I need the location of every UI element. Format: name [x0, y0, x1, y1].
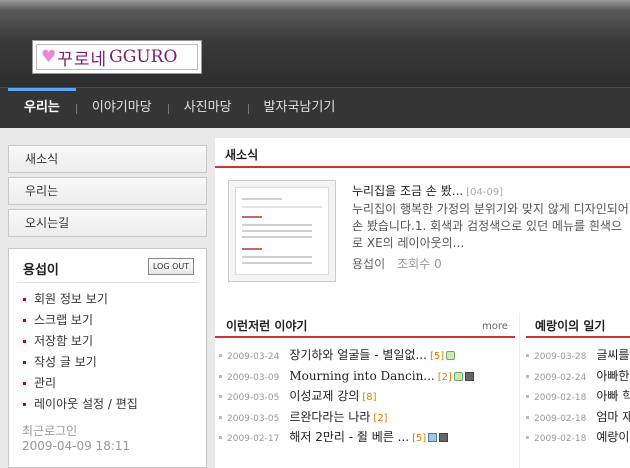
list-item[interactable]: 2009-03-24 장기하와 얼굴들 - 별일없... [5] [219, 346, 474, 367]
post-date: 2009-03-05 [227, 413, 280, 424]
logout-button[interactable]: LOG OUT [148, 258, 194, 275]
section-rule [215, 166, 630, 168]
post-title[interactable]: 장기하와 얼굴들 - 별일없... [289, 348, 427, 362]
attachment-icon [464, 371, 474, 381]
post-title[interactable]: 엄마 재 [596, 410, 630, 424]
news-thumbnail[interactable] [228, 180, 336, 282]
post-title[interactable]: Mourning into Dancin... [289, 369, 434, 383]
member-menu-item[interactable]: 회원 정보 보기 [21, 291, 138, 312]
member-menu-item[interactable]: 스크랩 보기 [21, 312, 138, 333]
post-date: 2009-03-28 [534, 352, 587, 362]
comment-count: [2] [373, 412, 388, 424]
heart-icon: ♥ [41, 46, 57, 67]
post-title[interactable]: 아빠한테 [596, 369, 630, 383]
board1-more-link[interactable]: more [482, 321, 508, 332]
nav-item-photos[interactable]: 사진마당 [167, 88, 248, 128]
post-title[interactable]: 해저 2만리 - 쥘 베른 ... [289, 430, 409, 444]
divider [17, 282, 198, 283]
board2-post-list: 2009-03-28 글씨를 2009-02-24 아빠한테 2009-02-18 아… [526, 346, 630, 449]
post-date: 2009-02-17 [227, 434, 280, 444]
nav-item-about[interactable]: 우리는 [0, 88, 76, 128]
logo-english-text: GGURO [109, 47, 178, 67]
news-section-title: 새소식 [225, 148, 259, 162]
column-divider [519, 313, 520, 468]
login-username: 용섭이 [23, 263, 59, 278]
site-header: ♥ 꾸로네 GGURO 우리는 이야기마당 사진마당 발자국남기기 [0, 0, 630, 128]
post-date: 2009-02-18 [534, 413, 587, 424]
views-label: 조회수 [397, 257, 431, 271]
news-post-date: [04-09] [466, 187, 504, 198]
sidebar-item-about[interactable]: 우리는 [8, 177, 207, 205]
comment-count: [5] [429, 351, 445, 362]
list-item[interactable]: 2009-02-24 아빠한테 [526, 367, 630, 388]
post-title[interactable]: 예랑이 [596, 430, 629, 444]
news-post-meta: 용섭이 조회수 0 [352, 255, 442, 272]
post-title[interactable]: 르완다라는 나라 [289, 410, 370, 424]
post-title[interactable]: 아빠 학 [596, 389, 630, 403]
member-menu-item[interactable]: 관리 [21, 375, 138, 396]
board1-title: 이런저런 이야기 [226, 319, 308, 333]
post-date: 2009-02-18 [534, 434, 587, 444]
post-date: 2009-03-24 [227, 352, 280, 362]
comment-count: [8] [362, 392, 377, 403]
sidebar-menu: 새소식 우리는 오시는길 [8, 145, 207, 241]
last-login-time: 2009-04-09 18:11 [22, 439, 131, 453]
sidebar-item-news[interactable]: 새소식 [8, 145, 207, 173]
post-date: 2009-02-24 [534, 372, 587, 383]
list-item[interactable]: 2009-02-18 엄마 재 [526, 408, 630, 429]
nav-item-stories[interactable]: 이야기마당 [75, 88, 168, 128]
member-menu-item[interactable]: 작성 글 보기 [21, 354, 138, 375]
nav-item-guestbook[interactable]: 발자국남기기 [247, 88, 352, 128]
views-count: 0 [434, 257, 442, 271]
list-item[interactable]: 2009-02-18 아빠 학 [526, 387, 630, 408]
new-post-icon [446, 351, 456, 360]
comment-count: [5] [412, 433, 427, 444]
board2-title: 예랑이의 일기 [535, 319, 606, 333]
login-box: 용섭이 LOG OUT 회원 정보 보기 스크랩 보기 저장함 보기 작성 글 … [8, 248, 207, 468]
post-title[interactable]: 글씨를 [596, 348, 629, 362]
list-item[interactable]: 2009-03-09 Mourning into Dancin... [2] [219, 367, 474, 388]
list-item[interactable]: 2009-02-17 해저 2만리 - 쥘 베른 ... [5] [219, 428, 474, 449]
list-item[interactable]: 2009-03-28 글씨를 [526, 346, 630, 367]
list-item[interactable]: 2009-03-05 르완다라는 나라 [2] [219, 408, 474, 429]
list-item[interactable]: 2009-02-18 예랑이 [526, 428, 630, 449]
news-post-title[interactable]: 누리집을 조금 손 봤... [04-09] [352, 182, 503, 199]
board1-rule [215, 336, 515, 338]
member-menu-item[interactable]: 레이아웃 설정 / 편집 [21, 396, 138, 417]
attachment-icon [439, 433, 449, 442]
last-login-label: 최근로그인 [22, 424, 78, 438]
member-menu-item[interactable]: 저장함 보기 [21, 333, 138, 354]
sidebar-item-directions[interactable]: 오시는길 [8, 209, 207, 237]
news-post-excerpt: 누리집이 행복한 가정의 분위기와 맞지 않게 디자인되어 손 봤습니다.1. … [352, 202, 629, 250]
main-content: 새소식 누리집을 조금 손 봤... [04-09] 누리집이 행복한 가정의 분… [215, 138, 630, 468]
new-post-icon [453, 371, 463, 381]
post-date: 2009-03-09 [227, 372, 280, 383]
list-item[interactable]: 2009-03-05 이성교제 강의 [8] [219, 387, 474, 408]
comment-count: [2] [437, 371, 452, 383]
board2-rule [526, 336, 630, 338]
main-nav: 우리는 이야기마당 사진마당 발자국남기기 [0, 88, 351, 128]
post-date: 2009-03-05 [227, 393, 280, 403]
member-menu: 회원 정보 보기 스크랩 보기 저장함 보기 작성 글 보기 관리 레이아웃 설… [21, 291, 138, 417]
post-title[interactable]: 이성교제 강의 [289, 389, 359, 403]
post-date: 2009-02-18 [534, 393, 587, 403]
board1-post-list: 2009-03-24 장기하와 얼굴들 - 별일없... [5] 2009-03-0… [219, 346, 474, 449]
news-post-title-text[interactable]: 누리집을 조금 손 봤... [352, 184, 463, 198]
news-post-author[interactable]: 용섭이 [352, 257, 385, 271]
image-icon [428, 433, 438, 442]
logo-korean-text: 꾸로네 [57, 49, 108, 70]
site-logo[interactable]: ♥ 꾸로네 GGURO [32, 40, 202, 74]
